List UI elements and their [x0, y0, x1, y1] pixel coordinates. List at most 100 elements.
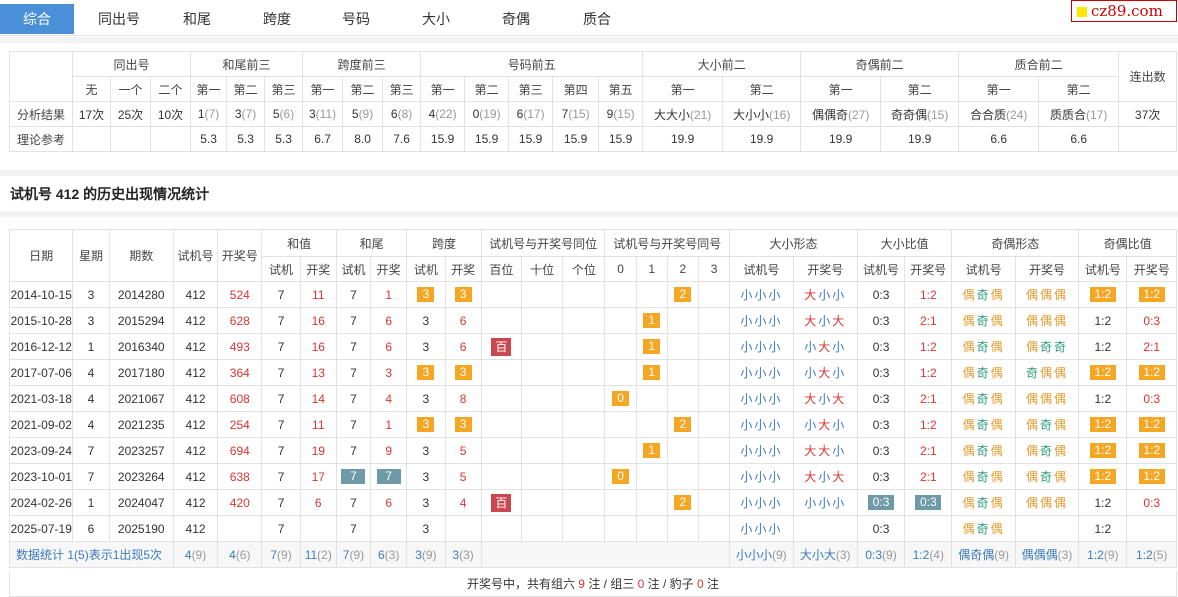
same-position-cell	[562, 281, 606, 308]
parity-char: 偶	[962, 418, 977, 432]
parity-char: 偶	[1025, 418, 1040, 432]
parity-char: 偶	[990, 444, 1005, 458]
column-subheader: 试机	[406, 256, 446, 282]
same-position-cell	[562, 463, 606, 490]
size-char: 小	[832, 288, 847, 302]
same-number-badge: 2	[674, 287, 692, 302]
stat-cell: 3(9)	[406, 541, 446, 568]
parity-char: 偶	[962, 288, 977, 302]
same-position-cell	[520, 333, 564, 360]
same-position-cell	[520, 515, 564, 542]
stat-value: 0:3	[865, 547, 883, 562]
size-char: 小	[818, 392, 833, 406]
size-ratio-test-cell: 0:3	[856, 281, 906, 308]
group-header: 和尾前三	[190, 51, 304, 77]
weekday-cell: 1	[72, 333, 110, 360]
parity-char: 偶	[1025, 444, 1040, 458]
tab-3[interactable]: 跨度	[237, 4, 317, 34]
parity-char: 偶	[1039, 288, 1054, 302]
draw-number-cell: 638	[217, 463, 263, 490]
sum-test-cell: 7	[261, 359, 301, 386]
tab-5[interactable]: 大小	[396, 4, 476, 34]
sum-draw-cell: 17	[299, 463, 337, 490]
group-header: 奇偶前二	[800, 51, 960, 77]
column-header: 大小形态	[729, 229, 858, 257]
parity-pattern-draw-cell: 偶偶偶	[1014, 489, 1080, 516]
tab-2[interactable]: 和尾	[158, 4, 236, 34]
test-number-cell: 412	[172, 463, 219, 490]
span-draw-cell	[444, 515, 482, 542]
same-number-cell	[635, 411, 668, 438]
weekday-cell: 4	[72, 385, 110, 412]
tab-0[interactable]: 综合	[0, 4, 74, 34]
divider	[0, 170, 1178, 176]
stat-cell: 大小大(3)	[792, 541, 858, 568]
same-number-cell	[604, 281, 637, 308]
weekday-cell: 4	[72, 359, 110, 386]
same-number-cell: 0	[604, 463, 637, 490]
parity-pattern-test-cell: 偶奇偶	[951, 515, 1016, 542]
parity-pattern-draw-cell: 偶奇偶	[1014, 463, 1080, 490]
footer-p1: 开奖号中，共有组六	[466, 577, 575, 591]
stat-cell: 小小小(9)	[729, 541, 794, 568]
result-cell: 大小小(16)	[722, 101, 802, 127]
size-char: 小	[818, 314, 833, 328]
column-subheader: 试机号	[856, 256, 906, 282]
same-number-cell	[697, 281, 731, 308]
same-number-badge: 2	[674, 417, 692, 432]
size-pattern-test-cell: 小小小	[729, 333, 794, 360]
same-number-cell	[635, 489, 668, 516]
result-value: 3	[234, 107, 242, 121]
same-position-cell	[562, 307, 606, 334]
result-cell: 9(15)	[598, 101, 644, 127]
column-header: 试机号与开奖号同位	[480, 229, 606, 257]
column-header: 大小比值	[856, 229, 953, 257]
tab-1[interactable]: 同出号	[80, 4, 158, 34]
group-header: 质合前二	[958, 51, 1120, 77]
parity-ratio-draw-cell-badge: 1:2	[1138, 287, 1165, 302]
reference-cell	[149, 126, 192, 152]
parity-char: 偶	[990, 470, 1005, 484]
result-cell: 合合质(24)	[958, 101, 1040, 127]
reference-cell: 19.9	[642, 126, 724, 152]
same-position-cell	[520, 463, 564, 490]
sum-draw-cell: 11	[299, 411, 337, 438]
draw-number-cell: 694	[217, 437, 263, 464]
parity-char: 偶	[990, 314, 1005, 328]
column-subheader: 开奖	[299, 256, 337, 282]
result-cell: 大大小(21)	[642, 101, 724, 127]
tab-6[interactable]: 奇偶	[476, 4, 556, 34]
parity-char: 奇	[976, 288, 991, 302]
tail-draw-cell: 3	[370, 359, 408, 386]
stat-count: (9)	[772, 548, 787, 562]
parity-pattern-test-cell: 偶奇偶	[951, 437, 1016, 464]
size-pattern-test-cell: 小小小	[729, 489, 794, 516]
result-cell: 5(6)	[264, 101, 304, 127]
weekday-cell: 4	[72, 411, 110, 438]
stat-note: 1(5)表示1出现5次	[64, 548, 163, 562]
same-number-cell: 1	[635, 359, 668, 386]
weekday-cell: 7	[72, 463, 110, 490]
sub-header: 第二	[342, 76, 384, 102]
size-ratio-test-cell: 0:3	[856, 307, 906, 334]
stat-cell: 3(3)	[444, 541, 482, 568]
stat-value: 6	[377, 547, 385, 562]
parity-char: 奇	[976, 444, 991, 458]
site-logo[interactable]: cz89.com	[1071, 0, 1177, 22]
span-test-cell: 3	[406, 307, 446, 334]
result-value: 大大小	[653, 107, 690, 122]
column-header: 期数	[108, 229, 174, 282]
parity-char: 奇	[1039, 340, 1054, 354]
span-draw-cell-badge: 3	[454, 365, 472, 380]
tab-4[interactable]: 号码	[316, 4, 396, 34]
parity-char: 偶	[990, 340, 1005, 354]
parity-ratio-test-cell: 1:2	[1078, 463, 1128, 490]
size-ratio-test-cell: 0:3	[856, 515, 906, 542]
size-char: 大	[804, 470, 819, 484]
parity-char: 奇	[976, 366, 991, 380]
reference-cell: 6.6	[1038, 126, 1120, 152]
tab-7[interactable]: 质合	[557, 4, 637, 34]
size-char: 大	[804, 392, 819, 406]
sub-header: 第一	[642, 76, 724, 102]
result-count: (15)	[613, 107, 635, 121]
